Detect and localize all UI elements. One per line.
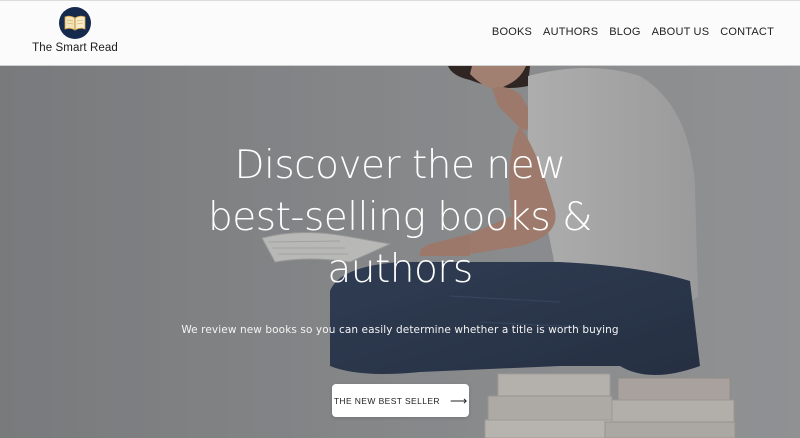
headline-line: best-selling books & bbox=[208, 195, 592, 240]
open-book-icon bbox=[59, 7, 91, 39]
nav-blog[interactable]: BLOG bbox=[609, 26, 640, 38]
hero-subtitle: We review new books so you can easily de… bbox=[181, 324, 619, 336]
nav-books[interactable]: BOOKS bbox=[492, 26, 532, 38]
hero-headline: Discover the new best-selling books & au… bbox=[140, 140, 660, 296]
headline-line: Discover the new bbox=[234, 143, 566, 188]
nav-authors[interactable]: AUTHORS bbox=[543, 26, 598, 38]
brand-name: The Smart Read bbox=[32, 42, 118, 54]
main-nav: BOOKS AUTHORS BLOG ABOUT US CONTACT bbox=[492, 26, 774, 38]
headline-line: authors bbox=[327, 247, 473, 292]
arrow-right-icon: ⟶ bbox=[449, 393, 468, 408]
hero-section: Discover the new best-selling books & au… bbox=[0, 66, 800, 438]
new-best-seller-button[interactable]: THE NEW BEST SELLER ⟶ bbox=[332, 384, 469, 417]
nav-about-us[interactable]: ABOUT US bbox=[652, 26, 710, 38]
brand-logo[interactable]: The Smart Read bbox=[28, 7, 122, 61]
cta-label: THE NEW BEST SELLER bbox=[333, 395, 440, 406]
nav-contact[interactable]: CONTACT bbox=[720, 26, 774, 38]
site-header: The Smart Read BOOKS AUTHORS BLOG ABOUT … bbox=[0, 0, 800, 66]
